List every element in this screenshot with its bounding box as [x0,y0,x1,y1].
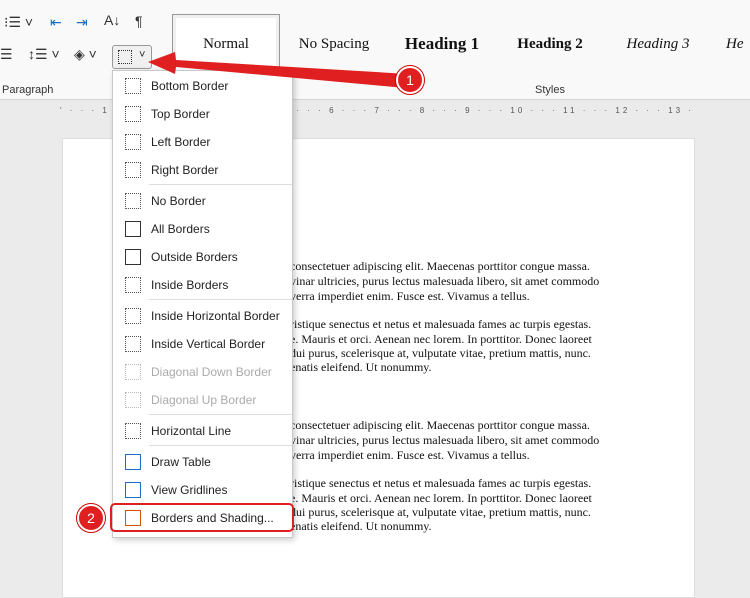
step-2-badge: 2 [77,504,105,532]
arrow-shape [148,52,408,88]
annotation-arrow [148,52,408,88]
step-1-badge: 1 [396,66,424,94]
